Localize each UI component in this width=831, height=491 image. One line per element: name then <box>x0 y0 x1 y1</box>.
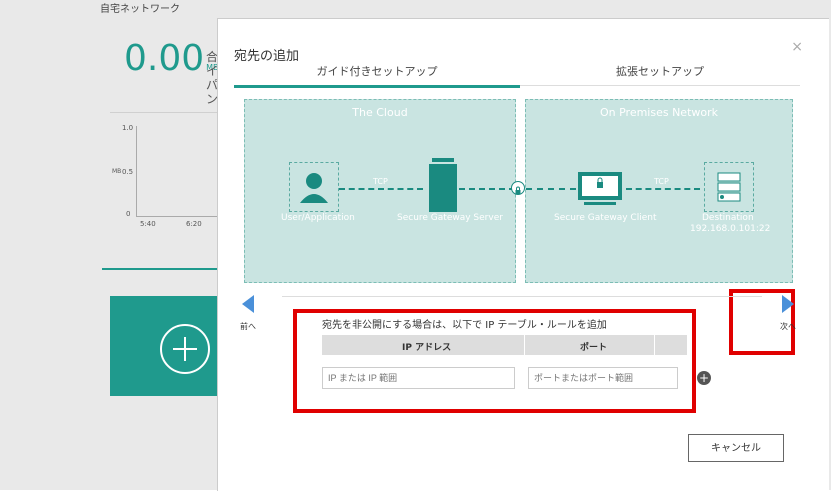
divider <box>110 112 218 113</box>
add-icon[interactable] <box>160 324 210 374</box>
next-label: 次へ <box>780 322 796 331</box>
tab-advanced-setup[interactable]: 拡張セットアップ <box>520 63 800 86</box>
connection-line <box>626 188 700 190</box>
onprem-title: On Premises Network <box>599 106 719 119</box>
destination-label: Destination <box>702 213 754 223</box>
port-input[interactable] <box>528 367 678 389</box>
add-rule-icon[interactable]: + <box>697 371 711 385</box>
y-tick: 0.5 <box>122 168 134 176</box>
header-port: ポート <box>580 343 608 353</box>
monitor-icon <box>576 172 624 208</box>
header-ip-address: IP アドレス <box>402 343 452 353</box>
cloud-zone: The Cloud User/Application TCP Secure Ga… <box>244 99 516 283</box>
instruction-text: 宛先を非公開にする場合は、以下で IP テーブル・ルールを追加 <box>322 320 607 331</box>
cancel-button[interactable]: キャンセル <box>688 434 784 462</box>
x-tick: 5:40 <box>140 220 156 228</box>
user-label: User/Application <box>281 213 355 223</box>
user-icon <box>289 162 339 212</box>
next-button[interactable]: 次へ <box>780 295 796 332</box>
tab-indicator <box>102 268 218 270</box>
y-tick: 1.0 <box>122 124 134 132</box>
prev-button[interactable]: 前へ <box>240 295 256 332</box>
ip-address-input[interactable] <box>322 367 515 389</box>
y-tick: 0 <box>126 210 131 218</box>
gateway-server-label: Secure Gateway Server <box>397 213 503 223</box>
gateway-client-label: Secure Gateway Client <box>554 213 657 223</box>
y-label: MB <box>112 168 122 175</box>
destination-ip: 192.168.0.101:22 <box>690 224 771 234</box>
add-destination-dialog: 宛先の追加 × ガイド付きセットアップ 拡張セットアップ The Cloud U… <box>217 18 829 491</box>
onprem-zone: On Premises Network Secure Gateway Clien… <box>525 99 793 283</box>
arrow-right-icon <box>782 295 794 313</box>
arrow-left-icon <box>242 295 254 313</box>
dialog-title: 宛先の追加 <box>234 49 300 64</box>
tcp-label: TCP <box>654 177 669 186</box>
connection-line <box>526 188 576 190</box>
destination-icon <box>704 162 754 212</box>
network-name: 自宅ネットワーク <box>100 4 180 15</box>
tab-guided-setup[interactable]: ガイド付きセットアップ <box>234 63 520 88</box>
usage-value: 0.00 MB <box>124 38 219 79</box>
connection-line <box>459 188 515 190</box>
iptable-header: IP アドレス ポート <box>322 335 687 355</box>
separator <box>282 296 762 297</box>
cloud-title: The Cloud <box>352 106 408 119</box>
lock-icon <box>511 181 525 195</box>
server-icon <box>429 158 457 212</box>
usage-chart: 1.0 0.5 0 MB 5:40 6:20 <box>112 120 222 230</box>
tcp-label: TCP <box>373 177 388 186</box>
close-icon[interactable]: × <box>791 39 803 55</box>
prev-label: 前へ <box>240 322 256 331</box>
connection-line <box>339 188 423 190</box>
x-tick: 6:20 <box>186 220 202 228</box>
